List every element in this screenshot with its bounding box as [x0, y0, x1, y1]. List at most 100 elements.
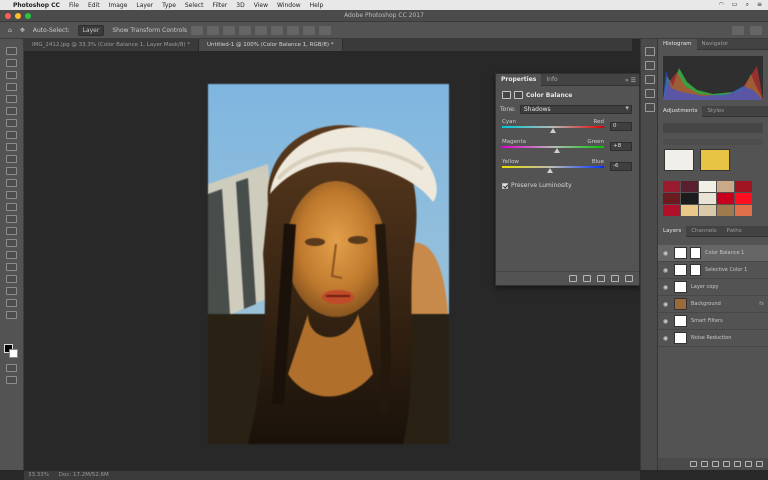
- tab-navigator[interactable]: Navigator: [697, 39, 734, 50]
- screen-mode-icon[interactable]: [6, 376, 17, 384]
- view-previous-icon[interactable]: [583, 275, 591, 282]
- adjustments-row[interactable]: [663, 123, 763, 133]
- panel-menu-icon[interactable]: » ☰: [625, 77, 636, 84]
- yellow-blue-value[interactable]: -6: [610, 162, 632, 171]
- layer-fx-badge[interactable]: fx: [759, 301, 764, 307]
- menu-help[interactable]: Help: [310, 2, 324, 9]
- menu-select[interactable]: Select: [185, 2, 204, 9]
- battery-icon[interactable]: ▭: [732, 1, 738, 9]
- magenta-green-value[interactable]: +8: [610, 142, 632, 151]
- background-color[interactable]: [9, 349, 18, 358]
- align-middle-icon[interactable]: [255, 25, 267, 35]
- preserve-luminosity-checkbox[interactable]: [502, 182, 508, 189]
- new-layer-icon[interactable]: [745, 461, 752, 467]
- path-select-tool-icon[interactable]: [6, 239, 17, 247]
- move-tool-icon[interactable]: ✥: [20, 27, 25, 34]
- fx-icon[interactable]: [701, 461, 708, 467]
- show-transform-checkbox[interactable]: Show Transform Controls: [112, 27, 187, 34]
- layer-name[interactable]: Selective Color 1: [705, 267, 747, 273]
- menu-layer[interactable]: Layer: [136, 2, 153, 9]
- layer-name[interactable]: Background: [691, 301, 721, 307]
- align-top-icon[interactable]: [239, 25, 251, 35]
- menu-window[interactable]: Window: [277, 2, 301, 9]
- marquee-tool-icon[interactable]: [6, 59, 17, 67]
- layer-row[interactable]: ◉ Smart Filters: [658, 313, 768, 330]
- dodge-tool-icon[interactable]: [6, 203, 17, 211]
- swatch-large[interactable]: [700, 149, 730, 171]
- zoom-tool-icon[interactable]: [6, 275, 17, 283]
- visibility-eye-icon[interactable]: ◉: [661, 250, 670, 257]
- align-center-icon[interactable]: [207, 25, 219, 35]
- history-panel-icon[interactable]: [645, 47, 655, 56]
- eraser-tool-icon[interactable]: [6, 167, 17, 175]
- auto-select-dropdown[interactable]: Layer: [77, 24, 105, 36]
- swatch[interactable]: [717, 205, 734, 216]
- tab-histogram[interactable]: Histogram: [658, 38, 697, 50]
- visibility-eye-icon[interactable]: ◉: [661, 301, 670, 308]
- align-right-icon[interactable]: [223, 25, 235, 35]
- wifi-icon[interactable]: ◠: [719, 1, 724, 9]
- swatch[interactable]: [699, 193, 716, 204]
- menu-app-name[interactable]: Photoshop CC: [13, 2, 60, 9]
- layer-thumbnail[interactable]: [674, 315, 687, 327]
- gradient-tool-icon[interactable]: [6, 179, 17, 187]
- layer-row[interactable]: ◉ Background fx: [658, 296, 768, 313]
- history-brush-tool-icon[interactable]: [6, 155, 17, 163]
- visibility-eye-icon[interactable]: ◉: [661, 267, 670, 274]
- lasso-tool-icon[interactable]: [6, 71, 17, 79]
- trash-icon[interactable]: [756, 461, 763, 467]
- slider-thumb[interactable]: [546, 168, 553, 173]
- 3d-mode-icon[interactable]: [319, 25, 331, 35]
- edit-toolbar-icon[interactable]: [6, 287, 17, 295]
- swatch[interactable]: [699, 181, 716, 192]
- menu-view[interactable]: View: [254, 2, 268, 9]
- info-panel-icon[interactable]: [645, 103, 655, 112]
- tool-extra-icon[interactable]: [6, 299, 17, 307]
- layer-thumbnail[interactable]: [674, 332, 687, 344]
- cyan-red-slider[interactable]: Cyan Red 0: [502, 119, 632, 134]
- layer-name[interactable]: Noise Reduction: [691, 335, 731, 341]
- yellow-blue-slider[interactable]: Yellow Blue -6: [502, 159, 632, 174]
- layer-row[interactable]: ◉ Noise Reduction: [658, 330, 768, 347]
- slider-track[interactable]: [502, 146, 604, 148]
- layer-name[interactable]: Layer copy: [691, 284, 718, 290]
- new-adjustment-icon[interactable]: [723, 461, 730, 467]
- menu-3d[interactable]: 3D: [236, 2, 244, 9]
- tab-paths[interactable]: Paths: [722, 226, 747, 237]
- align-left-icon[interactable]: [191, 25, 203, 35]
- tab-adjustments[interactable]: Adjustments: [658, 105, 703, 117]
- menu-filter[interactable]: Filter: [212, 2, 227, 9]
- visibility-eye-icon[interactable]: ◉: [661, 318, 670, 325]
- libraries-panel-icon[interactable]: [645, 89, 655, 98]
- swatch[interactable]: [681, 181, 698, 192]
- shape-tool-icon[interactable]: [6, 251, 17, 259]
- slider-thumb[interactable]: [550, 128, 556, 133]
- actions-panel-icon[interactable]: [645, 61, 655, 70]
- layer-name[interactable]: Smart Filters: [691, 318, 723, 324]
- eyedropper-tool-icon[interactable]: [6, 107, 17, 115]
- search-icon[interactable]: ⌕: [746, 1, 749, 9]
- tab-channels[interactable]: Channels: [686, 226, 721, 237]
- workspace-icon[interactable]: [750, 25, 762, 35]
- trash-icon[interactable]: [625, 275, 633, 282]
- distribute-icon[interactable]: [287, 25, 299, 35]
- swatch[interactable]: [735, 205, 752, 216]
- swatch[interactable]: [681, 193, 698, 204]
- distribute-2-icon[interactable]: [303, 25, 315, 35]
- pen-tool-icon[interactable]: [6, 215, 17, 223]
- hand-tool-icon[interactable]: [6, 263, 17, 271]
- swatch[interactable]: [735, 193, 752, 204]
- blur-tool-icon[interactable]: [6, 191, 17, 199]
- visibility-eye-icon[interactable]: ◉: [661, 284, 670, 291]
- search-icon[interactable]: [732, 25, 744, 35]
- layer-name[interactable]: Color Balance 1: [705, 250, 744, 256]
- move-tool-icon[interactable]: [6, 47, 17, 55]
- menu-edit[interactable]: Edit: [88, 2, 100, 9]
- type-tool-icon[interactable]: [6, 227, 17, 235]
- document-photo[interactable]: [208, 84, 449, 444]
- tab-info[interactable]: Info: [541, 74, 562, 86]
- link-layers-icon[interactable]: [690, 461, 697, 467]
- swatch[interactable]: [717, 181, 734, 192]
- clip-to-layer-icon[interactable]: [569, 275, 577, 282]
- new-group-icon[interactable]: [734, 461, 741, 467]
